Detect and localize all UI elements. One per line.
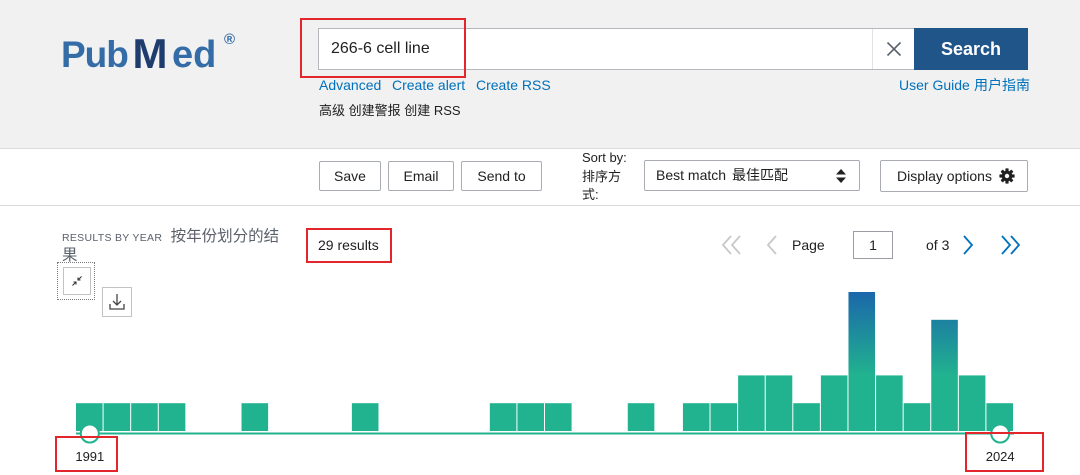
sort-arrows-icon — [836, 169, 846, 183]
logo-book-m: M — [132, 30, 168, 77]
histogram-bar-2019 — [848, 292, 876, 431]
sort-by-label-zh: 排序方式: — [582, 168, 622, 203]
double-chevron-left-icon — [721, 235, 741, 255]
histogram-bar-2021 — [903, 403, 931, 431]
histogram-bar-2014 — [710, 403, 738, 431]
results-by-year-histogram — [76, 292, 1014, 444]
search-button[interactable]: Search — [914, 28, 1028, 70]
page-number-input[interactable] — [853, 231, 893, 259]
histogram-bar-2022 — [931, 319, 958, 431]
sort-select[interactable]: Best match 最佳匹配 — [644, 160, 860, 191]
histogram-bar-2006 — [489, 403, 517, 431]
histogram-bar-2020 — [876, 375, 903, 431]
sort-value-en: Best match — [656, 167, 727, 183]
histogram-bar-2011 — [627, 403, 655, 431]
links-translation: 高级 创建警报 创建 RSS — [319, 103, 461, 118]
sort-by-label-en: Sort by: — [582, 150, 627, 165]
search-input[interactable] — [319, 29, 872, 69]
range-slider-end-handle[interactable] — [990, 423, 1011, 444]
chevron-left-icon — [766, 235, 777, 255]
send-to-button[interactable]: Send to — [461, 161, 542, 191]
results-by-year-title: RESULTS BY YEAR — [62, 232, 163, 244]
create-rss-link[interactable]: Create RSS — [476, 77, 551, 94]
histogram-bar-2015 — [738, 375, 765, 431]
sort-selected-value: Best match 最佳匹配 — [656, 161, 788, 190]
clear-search-button[interactable] — [872, 29, 914, 69]
histogram-bar-2007 — [517, 403, 544, 431]
histogram-bar-2018 — [820, 375, 848, 431]
range-start-year-label: 1991 — [75, 449, 105, 464]
range-slider-start-handle[interactable] — [79, 423, 100, 444]
double-chevron-right-icon — [1001, 235, 1021, 255]
search-bar — [318, 28, 914, 70]
display-options-button[interactable]: Display options — [880, 160, 1028, 192]
logo-registered-mark: ® — [224, 31, 236, 48]
results-count: 29 results — [318, 237, 379, 253]
page-total-label: of 3 — [926, 237, 950, 253]
user-guide-link-zh[interactable]: 用户指南 — [974, 77, 1030, 94]
histogram-bar-2008 — [545, 403, 572, 431]
previous-page-button[interactable] — [765, 234, 779, 259]
last-page-button[interactable] — [999, 234, 1021, 259]
close-icon — [886, 41, 901, 57]
save-button[interactable]: Save — [319, 161, 381, 191]
sort-value-zh: 最佳匹配 — [732, 167, 789, 183]
histogram-bars — [76, 292, 1013, 431]
create-alert-link[interactable]: Create alert — [392, 77, 465, 94]
pubmed-logo[interactable]: Pub M ed ® — [56, 28, 242, 82]
logo-text-pub: Pub — [61, 34, 129, 75]
histogram-bar-1993 — [131, 403, 158, 431]
logo-text-ed: ed — [172, 34, 217, 76]
histogram-bar-2017 — [793, 403, 820, 431]
display-options-label: Display options — [897, 168, 992, 184]
histogram-bar-1994 — [158, 403, 186, 431]
chevron-right-icon — [963, 235, 974, 255]
histogram-bar-2001 — [351, 403, 379, 431]
user-guide-link[interactable]: User Guide — [899, 77, 970, 94]
page-label: Page — [792, 237, 825, 253]
histogram-bar-2013 — [682, 403, 710, 431]
first-page-button[interactable] — [721, 234, 743, 259]
email-button[interactable]: Email — [388, 161, 454, 191]
gear-icon — [999, 168, 1015, 184]
histogram-bar-2016 — [765, 375, 793, 431]
next-page-button[interactable] — [961, 234, 975, 259]
histogram-bar-1997 — [241, 403, 269, 431]
sort-by-label: Sort by: 排序方式: — [582, 149, 632, 205]
range-end-year-label: 2024 — [985, 449, 1015, 464]
results-by-year-heading: RESULTS BY YEAR 按年份划分的结果 — [62, 228, 292, 265]
histogram-bar-1992 — [103, 403, 131, 431]
toolbar-divider — [0, 205, 1080, 206]
advanced-search-link[interactable]: Advanced — [319, 77, 381, 94]
histogram-bar-2023 — [958, 375, 986, 431]
